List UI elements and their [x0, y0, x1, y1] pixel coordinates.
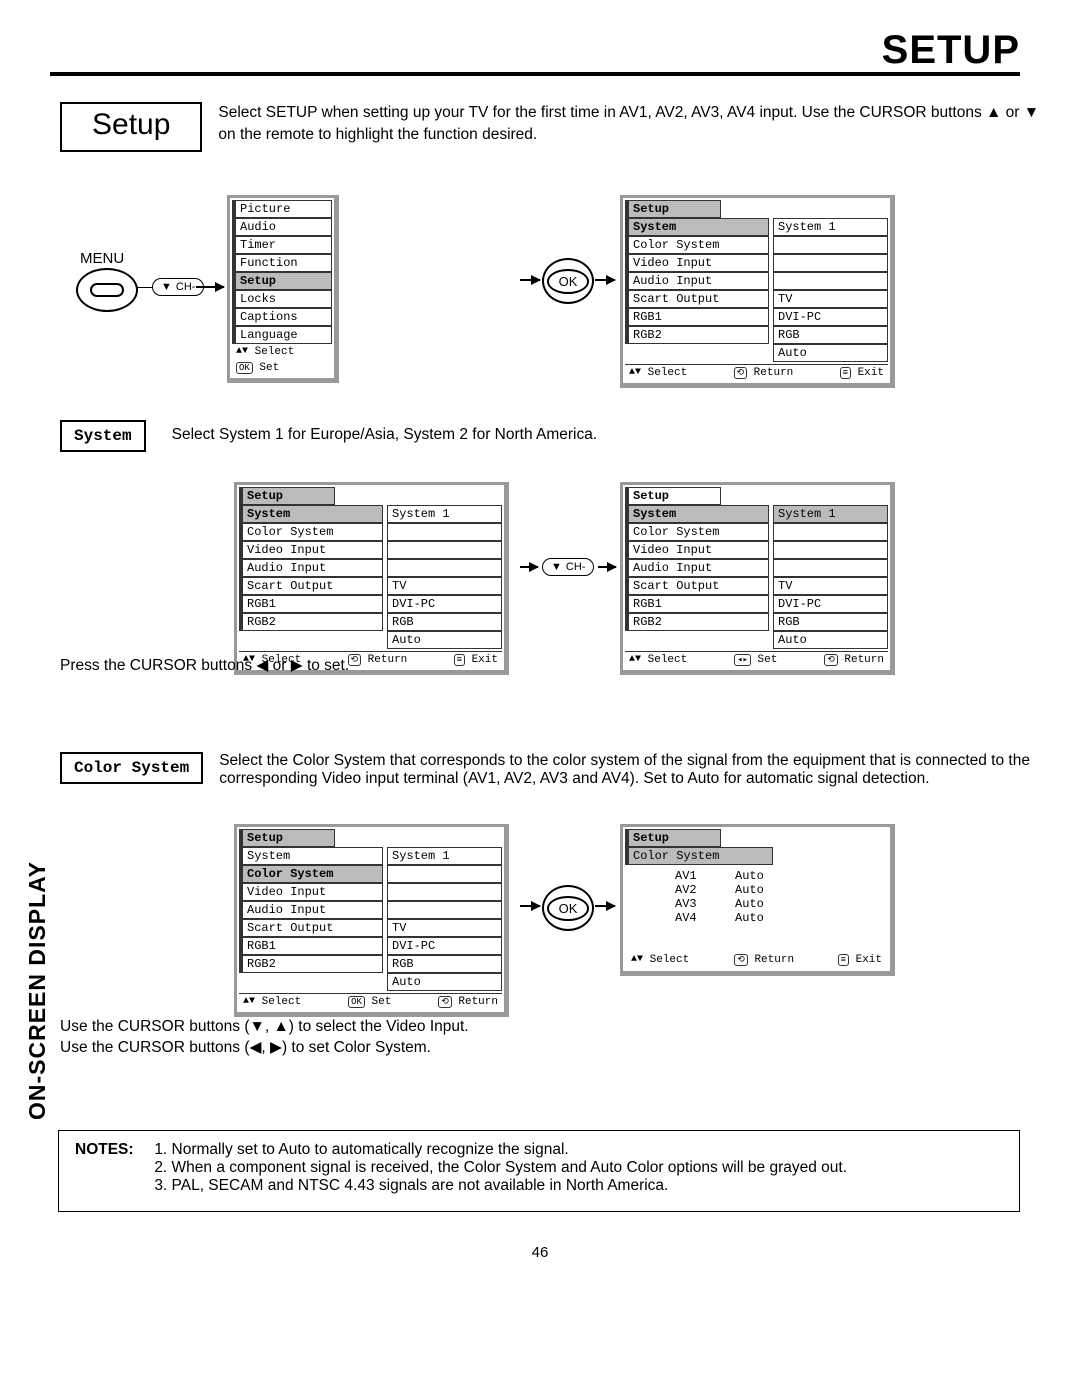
osd-row[interactable]: Scart Output TV: [239, 919, 502, 937]
osd-row: Auto: [625, 631, 888, 649]
color-av-row: AV3Auto: [625, 897, 888, 911]
ch-minus-button-2[interactable]: ▼ CH-: [542, 558, 594, 576]
menu-item[interactable]: Captions: [232, 308, 332, 326]
osd-row[interactable]: Color System: [625, 523, 888, 541]
osd-footer: ▲▼ Select ⟲ Return ≡ Exit: [625, 364, 888, 381]
osd-row[interactable]: RGB2 RGB: [625, 613, 888, 631]
osd-row[interactable]: RGB2 RGB: [239, 955, 502, 973]
osd-title-row: Setup: [625, 829, 888, 847]
osd-footer: ▲▼ Select OK Set ⟲ Return: [239, 993, 502, 1010]
menu-item[interactable]: Locks: [232, 290, 332, 308]
arrow-from-ok-3: [595, 905, 615, 907]
menu-osd-panel: PictureAudioTimerFunctionSetupLocksCapti…: [227, 195, 339, 383]
osd-subtitle: Color System: [625, 847, 888, 865]
osd-row[interactable]: Video Input: [625, 541, 888, 559]
osd-row: Auto: [239, 631, 502, 649]
sidebar-label: ON-SCREEN DISPLAY: [24, 861, 51, 1120]
page-number: 46: [0, 1244, 1080, 1261]
osd-title-row: Setup: [625, 487, 888, 505]
osd-row[interactable]: Audio Input: [239, 901, 502, 919]
osd-row: Auto: [239, 973, 502, 991]
system-label: System: [60, 420, 146, 452]
osd-row[interactable]: RGB1 DVI-PC: [239, 937, 502, 955]
use-cursor-2: Use the CURSOR buttons (◀, ▶) to set Col…: [60, 1038, 431, 1057]
menu-item[interactable]: Setup: [232, 272, 332, 290]
color-av-row: AV4Auto: [625, 911, 888, 925]
osd-row[interactable]: System System 1: [239, 847, 502, 865]
osd-row[interactable]: RGB1 DVI-PC: [239, 595, 502, 613]
osd-row[interactable]: System System 1: [239, 505, 502, 523]
osd-row[interactable]: Video Input: [239, 541, 502, 559]
osd-row[interactable]: System System 1: [625, 505, 888, 523]
osd-row[interactable]: RGB2 RGB: [625, 326, 888, 344]
osd-footer: ▲▼ Select ◂▸ Set ⟲ Return: [625, 651, 888, 668]
down-triangle-icon: ▼: [551, 561, 562, 573]
ok-button-3[interactable]: OK: [542, 885, 594, 931]
note-line: 2. When a component signal is received, …: [154, 1159, 847, 1177]
setup-osd-panel-top: Setup System System 1 Color System Video…: [620, 195, 895, 388]
arrow-menu-to-panel: [196, 286, 224, 288]
color-system-body: Select the Color System that corresponds…: [219, 752, 1039, 788]
color-system-label: Color System: [60, 752, 203, 784]
notes-label: NOTES:: [75, 1141, 150, 1159]
use-cursor-1: Use the CURSOR buttons (▼, ▲) to select …: [60, 1018, 469, 1036]
system-right-panel: Setup System System 1 Color System Video…: [620, 482, 895, 675]
setup-section: Setup Select SETUP when setting up your …: [60, 102, 1058, 152]
osd-row[interactable]: RGB1 DVI-PC: [625, 595, 888, 613]
system-left-panel: Setup System System 1 Color System Video…: [234, 482, 509, 675]
ch-minus-label: CH-: [176, 281, 196, 293]
arrow-to-ch-2: [520, 566, 538, 568]
arrow-from-ch-2: [598, 566, 616, 568]
osd-row[interactable]: RGB2 RGB: [239, 613, 502, 631]
osd-row[interactable]: Scart Output TV: [625, 290, 888, 308]
ok-button-1[interactable]: OK: [542, 258, 594, 304]
osd-row[interactable]: Audio Input: [625, 559, 888, 577]
setup-label: Setup: [60, 102, 202, 152]
menu-item[interactable]: Audio: [232, 218, 332, 236]
color-av-row: AV1Auto: [625, 869, 888, 883]
color-right-panel: Setup Color System AV1Auto AV2Auto AV3Au…: [620, 824, 895, 976]
arrow-to-ok-3: [520, 905, 540, 907]
color-left-panel: Setup System System 1 Color System Video…: [234, 824, 509, 1017]
osd-row[interactable]: Color System: [239, 523, 502, 541]
osd-title-row: Setup: [625, 200, 888, 218]
arrow-to-ok-1: [520, 279, 540, 281]
osd-row[interactable]: Audio Input: [239, 559, 502, 577]
arrow-from-ok-1: [595, 279, 615, 281]
osd-footer: OK Set: [232, 360, 332, 376]
osd-title-row: Setup: [239, 487, 502, 505]
notes-box: NOTES: 1. Normally set to Auto to automa…: [58, 1130, 1020, 1212]
system-section: System Select System 1 for Europe/Asia, …: [60, 420, 597, 452]
note-line: 1. Normally set to Auto to automatically…: [154, 1141, 847, 1159]
osd-row[interactable]: RGB1 DVI-PC: [625, 308, 888, 326]
osd-footer: ▲▼ Select: [232, 344, 332, 360]
color-av-row: AV2Auto: [625, 883, 888, 897]
setup-body: Select SETUP when setting up your TV for…: [218, 102, 1058, 145]
down-triangle-icon: ▼: [161, 281, 172, 293]
color-system-section: Color System Select the Color System tha…: [60, 752, 1039, 788]
osd-row[interactable]: Audio Input: [625, 272, 888, 290]
osd-row[interactable]: Video Input: [625, 254, 888, 272]
osd-row[interactable]: System System 1: [625, 218, 888, 236]
press-cursor-text: Press the CURSOR buttons ◀ or ▶ to set.: [60, 656, 349, 675]
menu-item[interactable]: Timer: [232, 236, 332, 254]
menu-item[interactable]: Picture: [232, 200, 332, 218]
menu-label: MENU: [80, 250, 124, 267]
osd-row[interactable]: Scart Output TV: [239, 577, 502, 595]
osd-row[interactable]: Scart Output TV: [625, 577, 888, 595]
menu-item[interactable]: Function: [232, 254, 332, 272]
menu-remote-button[interactable]: [76, 268, 138, 312]
osd-footer: ▲▼ Select ⟲ Return ≡ Exit: [627, 952, 886, 968]
menu-item[interactable]: Language: [232, 326, 332, 344]
header-rule: [50, 72, 1020, 76]
system-body: Select System 1 for Europe/Asia, System …: [172, 420, 598, 444]
page-header: SETUP: [882, 28, 1020, 73]
ch-minus-label-2: CH-: [566, 561, 586, 573]
osd-row[interactable]: Color System: [625, 236, 888, 254]
osd-row: Auto: [625, 344, 888, 362]
note-line: 3. PAL, SECAM and NTSC 4.43 signals are …: [154, 1177, 847, 1195]
osd-title-row: Setup: [239, 829, 502, 847]
osd-row[interactable]: Video Input: [239, 883, 502, 901]
osd-row[interactable]: Color System: [239, 865, 502, 883]
